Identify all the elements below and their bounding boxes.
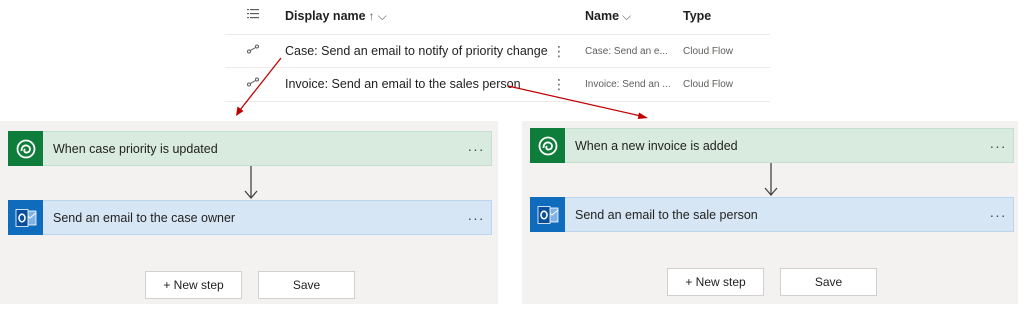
row-type: Cloud Flow [683,79,734,90]
sort-ascending-icon: ↑ [368,9,375,23]
column-header-name[interactable]: Name ⌵ [585,0,675,33]
row-type: Cloud Flow [683,46,734,57]
row-display-name[interactable]: Invoice: Send an email to the sales pers… [285,68,555,101]
row-display-name[interactable]: Case: Send an email to notify of priorit… [285,35,555,68]
row-name: Invoice: Send an ... [585,79,671,90]
annotation-arrowhead [236,106,244,116]
table-row[interactable]: Invoice: Send an email to the sales pers… [225,67,770,102]
row-more-menu[interactable]: ⋮ [551,35,567,68]
connector-arrow-icon [244,166,258,199]
column-header-type[interactable]: Type [683,0,753,33]
list-view-icon[interactable] [247,0,267,33]
chevron-down-icon: ⌵ [622,9,632,23]
connector-arrow-icon [764,163,778,196]
chevron-down-icon: ⌵ [377,9,387,23]
dataverse-icon [8,131,43,166]
flow-designer-case: When case priority is updated ··· Send a… [0,121,498,304]
more-options-icon[interactable]: ··· [461,210,491,226]
save-button[interactable]: Save [258,271,355,299]
outlook-icon [530,197,565,232]
table-row[interactable]: Case: Send an email to notify of priorit… [225,34,770,68]
flow-designer-invoice: When a new invoice is added ··· Send an … [522,121,1018,304]
row-more-menu[interactable]: ⋮ [551,68,567,101]
components-list: Display name ↑ ⌵ Name ⌵ Type Case: Send an … [225,0,770,104]
outlook-icon [8,200,43,235]
cloud-flow-icon [247,68,267,101]
trigger-title: When case priority is updated [53,141,218,156]
action-title: Send an email to the sale person [575,207,758,222]
cloud-flow-icon [247,35,267,68]
row-name: Case: Send an e... [585,46,668,57]
new-step-button[interactable]: + New step [145,271,242,299]
trigger-step[interactable]: When case priority is updated ··· [8,131,492,166]
action-title: Send an email to the case owner [53,210,236,225]
save-button[interactable]: Save [780,268,877,296]
action-step[interactable]: Send an email to the case owner ··· [8,200,492,235]
new-step-button[interactable]: + New step [667,268,764,296]
annotation-arrowhead [637,112,648,119]
dataverse-icon [530,128,565,163]
column-header-name-label: Name [585,9,620,23]
column-header-display-name[interactable]: Display name ↑ ⌵ [285,0,555,33]
more-options-icon[interactable]: ··· [983,138,1013,154]
column-header-display-name-label: Display name [285,9,366,23]
list-header: Display name ↑ ⌵ Name ⌵ Type [225,0,770,33]
more-options-icon[interactable]: ··· [461,141,491,157]
more-options-icon[interactable]: ··· [983,207,1013,223]
trigger-title: When a new invoice is added [575,138,738,153]
action-step[interactable]: Send an email to the sale person ··· [530,197,1014,232]
trigger-step[interactable]: When a new invoice is added ··· [530,128,1014,163]
